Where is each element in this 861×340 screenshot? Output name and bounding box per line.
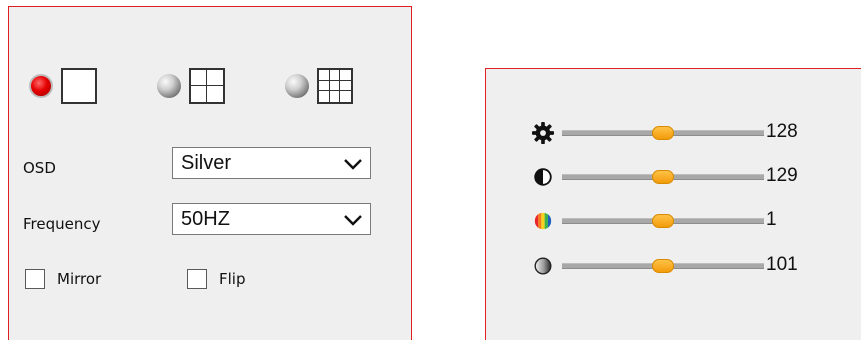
contrast-icon — [534, 168, 552, 186]
saturation-slider-track[interactable] — [562, 259, 764, 273]
flip-label: Flip — [219, 270, 246, 288]
mirror-checkbox[interactable] — [25, 269, 45, 289]
color-wheel-icon — [534, 212, 552, 230]
layout-radio-single[interactable] — [29, 74, 53, 98]
flip-option[interactable]: Flip — [187, 269, 245, 289]
flip-checkbox[interactable] — [187, 269, 207, 289]
layout-option-nine[interactable] — [285, 61, 353, 111]
image-adjust-panel: 128 129 1 101 — [485, 68, 861, 340]
hue-slider-track[interactable] — [562, 214, 764, 228]
saturation-slider-row: 101 — [532, 254, 852, 278]
contrast-slider-thumb[interactable] — [652, 170, 674, 184]
osd-select[interactable]: Silver — [172, 147, 371, 179]
hue-value: 1 — [766, 209, 777, 230]
frequency-label: Frequency — [23, 215, 101, 233]
nine-grid-icon — [317, 68, 353, 104]
video-layout-panel: OSD Silver Frequency 50HZ Mirror Flip — [8, 6, 412, 340]
single-grid-icon — [61, 68, 97, 104]
brightness-slider-row: 128 — [532, 121, 852, 145]
gear-icon — [532, 122, 554, 144]
mirror-option[interactable]: Mirror — [25, 269, 101, 289]
osd-select-value: Silver — [181, 152, 232, 174]
contrast-slider-track[interactable] — [562, 170, 764, 184]
frequency-select[interactable]: 50HZ — [172, 203, 371, 235]
saturation-value: 101 — [766, 254, 798, 275]
saturation-icon — [534, 257, 552, 275]
osd-label: OSD — [23, 159, 56, 177]
layout-option-quad[interactable] — [157, 61, 225, 111]
chevron-down-icon — [344, 215, 362, 226]
quad-grid-icon — [189, 68, 225, 104]
hue-slider-row: 1 — [532, 209, 852, 233]
layout-radio-quad[interactable] — [157, 74, 181, 98]
saturation-slider-thumb[interactable] — [652, 259, 674, 273]
brightness-slider-thumb[interactable] — [652, 126, 674, 140]
hue-slider-thumb[interactable] — [652, 214, 674, 228]
layout-option-single[interactable] — [29, 61, 97, 111]
brightness-value: 128 — [766, 121, 798, 142]
chevron-down-icon — [344, 159, 362, 170]
brightness-slider-track[interactable] — [562, 126, 764, 140]
layout-radio-nine[interactable] — [285, 74, 309, 98]
contrast-slider-row: 129 — [532, 165, 852, 189]
mirror-label: Mirror — [57, 270, 102, 288]
frequency-select-value: 50HZ — [181, 208, 230, 230]
contrast-value: 129 — [766, 165, 798, 186]
